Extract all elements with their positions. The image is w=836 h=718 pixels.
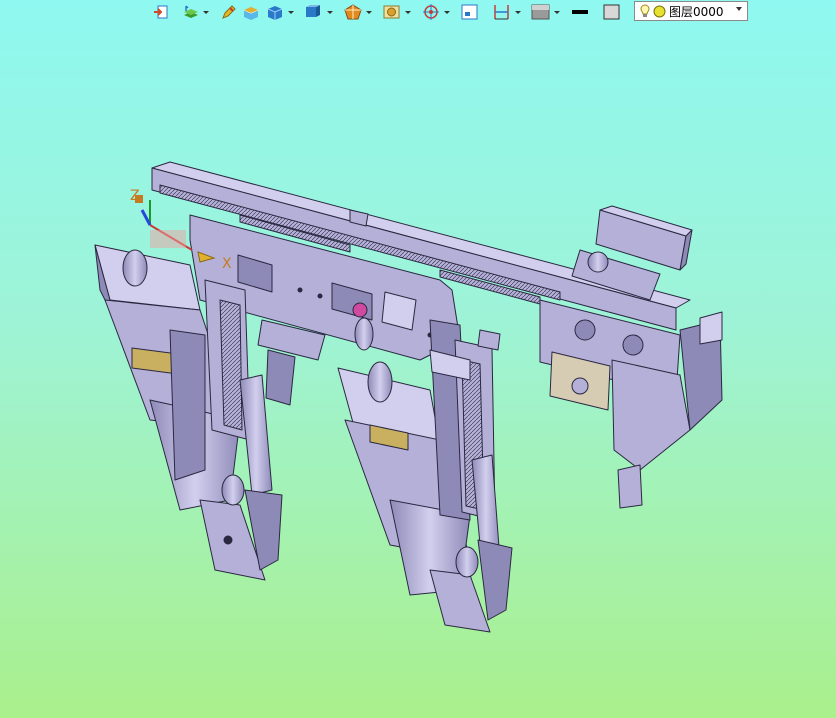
layers-dropdown[interactable] — [202, 1, 209, 23]
z-axis-label: Z — [130, 188, 140, 204]
x-axis-label: X — [222, 256, 232, 272]
fill-swatch-icon — [603, 4, 620, 20]
layer-name: 图层0000 — [669, 4, 724, 19]
solid-button[interactable] — [239, 1, 263, 23]
part-button[interactable] — [263, 1, 287, 23]
render-mode-icon — [344, 4, 362, 20]
main-toolbar — [150, 0, 663, 24]
snapshot-icon — [383, 5, 400, 19]
import-icon — [154, 5, 168, 19]
fill-swatch-button[interactable] — [600, 1, 624, 23]
model-viewport[interactable]: Z X — [0, 24, 836, 718]
line-weight-icon — [572, 10, 588, 14]
right-bracket — [429, 569, 491, 633]
view-button[interactable] — [302, 1, 326, 23]
right-slide — [617, 464, 643, 509]
snapshot-button[interactable] — [380, 1, 404, 23]
line-weight-button[interactable] — [568, 1, 592, 23]
view-dropdown[interactable] — [326, 1, 333, 23]
sketch-button[interactable] — [217, 1, 239, 23]
frame-icon — [461, 4, 478, 20]
part-dropdown[interactable] — [287, 1, 294, 23]
pencil-icon — [222, 5, 236, 19]
background-button[interactable] — [529, 1, 553, 23]
target-icon — [423, 4, 439, 20]
cube-icon — [267, 6, 283, 20]
background-icon — [531, 4, 550, 20]
render-button[interactable] — [341, 1, 365, 23]
dimension-button[interactable] — [490, 1, 514, 23]
box-solid-icon — [243, 7, 259, 20]
background-dropdown[interactable] — [553, 1, 560, 23]
target-dropdown[interactable] — [443, 1, 450, 23]
import-button[interactable] — [150, 1, 172, 23]
layer-select[interactable]: 图层0000 — [634, 1, 748, 21]
layers-stack-icon — [184, 5, 198, 18]
chevron-down-icon[interactable] — [736, 7, 742, 11]
frame-button[interactable] — [458, 1, 482, 23]
layers-button[interactable] — [180, 1, 202, 23]
snapshot-dropdown[interactable] — [404, 1, 411, 23]
dimension-dropdown[interactable] — [514, 1, 521, 23]
cube-view-icon — [306, 5, 320, 17]
layer-color-icon — [653, 5, 666, 17]
target-button[interactable] — [419, 1, 443, 23]
assembly-model — [94, 161, 723, 633]
light-bulb-icon — [640, 4, 650, 17]
render-dropdown[interactable] — [365, 1, 372, 23]
dimension-icon — [494, 5, 509, 20]
